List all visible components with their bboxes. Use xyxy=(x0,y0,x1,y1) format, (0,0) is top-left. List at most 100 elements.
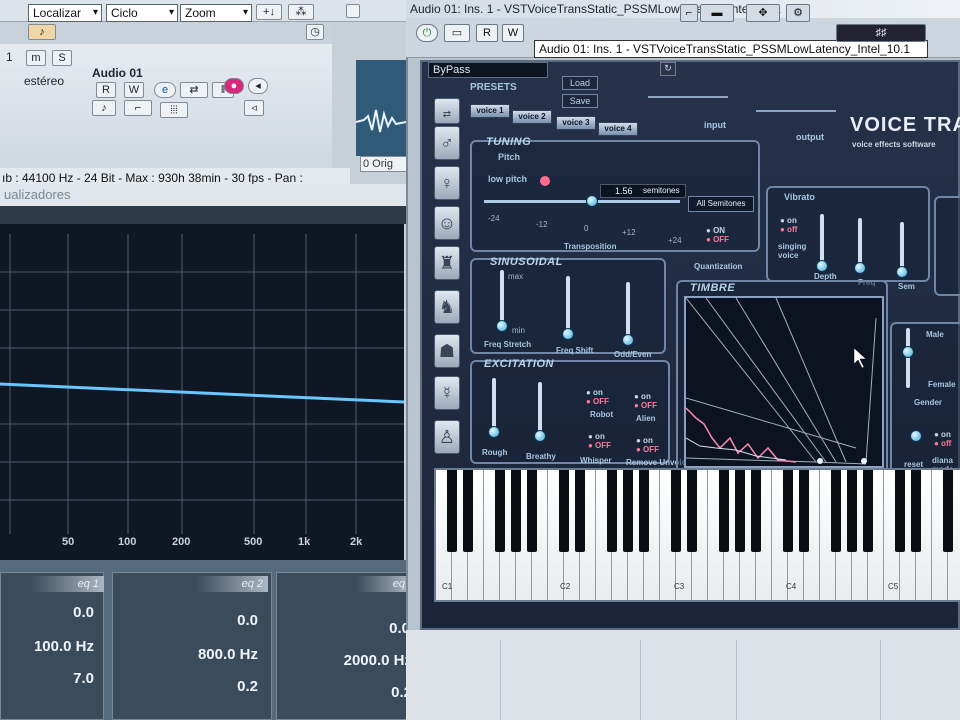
gender-reset-knob[interactable] xyxy=(910,430,922,442)
quantization-mode-dropdown[interactable]: All Semitones xyxy=(688,196,754,212)
eq-band-3-gain[interactable]: 0.0 xyxy=(320,620,410,637)
cycle-dropdown[interactable]: Ciclo xyxy=(106,4,178,22)
write-button[interactable]: W xyxy=(124,82,144,98)
solo-button[interactable]: S xyxy=(52,50,72,66)
black-key[interactable] xyxy=(527,470,537,552)
eq-band-1-tab[interactable]: eq 1 xyxy=(30,576,104,592)
voice-tab-4[interactable]: voice 4 xyxy=(598,122,638,136)
vibrato-toggle[interactable]: ● on ● off xyxy=(780,216,797,234)
whisper-toggle[interactable]: ● on ● OFF xyxy=(588,432,611,450)
scroll-button[interactable] xyxy=(346,4,360,18)
black-key[interactable] xyxy=(671,470,681,552)
black-key[interactable] xyxy=(607,470,617,552)
note-icon[interactable]: ♪ xyxy=(28,24,56,40)
transposition-slider-knob[interactable] xyxy=(586,195,598,207)
lane-icon[interactable]: ♪ xyxy=(92,100,116,116)
semitone-readout[interactable]: 1.56 semitones xyxy=(600,184,686,198)
eq-band-3-q[interactable]: 0.2 xyxy=(322,684,412,701)
black-key[interactable] xyxy=(943,470,953,552)
eq-band-1-q[interactable]: 7.0 xyxy=(4,670,94,687)
step-icon[interactable]: ⌐ xyxy=(680,4,698,22)
voice-child-icon[interactable]: ☺ xyxy=(434,206,460,240)
black-key[interactable] xyxy=(831,470,841,552)
voice-baby-icon[interactable]: ♙ xyxy=(434,420,460,454)
depth-knob[interactable] xyxy=(816,260,828,272)
voice-man-icon[interactable]: ♂ xyxy=(434,126,460,160)
eq-band-1-freq[interactable]: 100.0 Hz xyxy=(4,638,94,655)
edit-button[interactable]: e xyxy=(154,82,176,98)
black-key[interactable] xyxy=(575,470,585,552)
snap-button[interactable]: +↓ xyxy=(256,4,282,20)
gear-icon[interactable]: ⚙ xyxy=(786,4,810,22)
black-key[interactable] xyxy=(863,470,873,552)
eq-band-3-tab[interactable]: eq xyxy=(356,576,410,592)
reset-icon[interactable]: ⇄ xyxy=(434,98,460,124)
eq-band-3-freq[interactable]: 2000.0 Hz xyxy=(322,652,412,669)
gender-knob[interactable] xyxy=(902,346,914,358)
black-key[interactable] xyxy=(687,470,697,552)
black-key[interactable] xyxy=(799,470,809,552)
preset-name[interactable]: ByPass xyxy=(428,62,548,78)
black-key[interactable] xyxy=(511,470,521,552)
sem-knob[interactable] xyxy=(896,266,908,278)
record-button[interactable]: ● xyxy=(224,78,244,94)
save-button[interactable]: Save xyxy=(562,94,598,108)
clock-icon[interactable]: ◷ xyxy=(306,24,324,40)
depth-slider[interactable] xyxy=(820,214,824,266)
voice-robot-icon[interactable]: ♜ xyxy=(434,246,460,280)
low-pitch-led[interactable] xyxy=(540,176,550,186)
channel-icon[interactable]: ⦙⦙⦙ xyxy=(160,102,188,118)
grid-button[interactable]: ⁂ xyxy=(288,4,314,20)
freq-knob[interactable] xyxy=(854,262,866,274)
eq-band-2-gain[interactable]: 0.0 xyxy=(168,612,258,629)
voice-tab-2[interactable]: voice 2 xyxy=(512,110,552,124)
power-icon[interactable]: ⏻ xyxy=(416,24,438,42)
folder-icon[interactable]: ⌐ xyxy=(124,100,152,116)
dropdown-button[interactable]: ▬ xyxy=(700,4,734,22)
speaker-icon[interactable]: ◃ xyxy=(244,100,264,116)
voice-tab-1[interactable]: voice 1 xyxy=(470,104,510,118)
voice-alien-icon[interactable]: ☿ xyxy=(434,376,460,410)
piano-keyboard[interactable]: C1 C2 C3 C4 C5 xyxy=(434,468,960,602)
remove-unvoiced-toggle[interactable]: ● on ● OFF xyxy=(636,436,659,454)
bypass-button[interactable]: ▭ xyxy=(444,24,470,42)
transposition-slider-track[interactable] xyxy=(484,200,680,203)
black-key[interactable] xyxy=(751,470,761,552)
eq-band-2-freq[interactable]: 800.0 Hz xyxy=(168,646,258,663)
black-key[interactable] xyxy=(847,470,857,552)
write-automation-button[interactable]: W xyxy=(502,24,524,42)
load-button[interactable]: Load xyxy=(562,76,598,90)
refresh-icon[interactable]: ↻ xyxy=(660,62,676,76)
read-automation-button[interactable]: R xyxy=(476,24,498,42)
monitor-button[interactable]: ⇄ xyxy=(180,82,208,98)
settings-icon[interactable]: ✥ xyxy=(746,4,780,22)
black-key[interactable] xyxy=(735,470,745,552)
mute-button[interactable]: m xyxy=(26,50,46,66)
eq-band-2-q[interactable]: 0.2 xyxy=(168,678,258,695)
diana-mode-toggle[interactable]: ● on ● off xyxy=(934,430,951,448)
gender-slider[interactable] xyxy=(906,328,910,388)
quantization-toggle[interactable]: ● ON ● OFF xyxy=(706,226,729,244)
timbre-display[interactable] xyxy=(684,296,884,468)
zoom-dropdown[interactable]: Zoom xyxy=(180,4,252,22)
read-button[interactable]: R xyxy=(96,82,116,98)
black-key[interactable] xyxy=(911,470,921,552)
voice-ghost-icon[interactable]: ☗ xyxy=(434,334,460,368)
odd-even-slider[interactable] xyxy=(626,282,630,342)
alien-toggle[interactable]: ● on ● OFF xyxy=(634,392,657,410)
freq-shift-slider[interactable] xyxy=(566,276,570,336)
voice-woman-icon[interactable]: ♀ xyxy=(434,166,460,200)
black-key[interactable] xyxy=(495,470,505,552)
origin-field[interactable]: 0 Orig xyxy=(360,156,410,172)
black-key[interactable] xyxy=(559,470,569,552)
plugin-program-field[interactable]: Audio 01: Ins. 1 - VSTVoiceTransStatic_P… xyxy=(534,40,928,58)
eq-band-1-gain[interactable]: 0.0 xyxy=(4,604,94,621)
audio-track-header[interactable]: 1 m S Audio 01 estéreo R W e ⇄ ‖ ● ◂ ◃ ♪… xyxy=(0,44,332,168)
black-key[interactable] xyxy=(639,470,649,552)
freq-stretch-knob[interactable] xyxy=(496,320,508,332)
voice-monster-icon[interactable]: ♞ xyxy=(434,290,460,324)
black-key[interactable] xyxy=(783,470,793,552)
voice-tab-3[interactable]: voice 3 xyxy=(556,116,596,130)
odd-even-knob[interactable] xyxy=(622,334,634,346)
grid-icon[interactable]: ♯♯ xyxy=(836,24,926,42)
